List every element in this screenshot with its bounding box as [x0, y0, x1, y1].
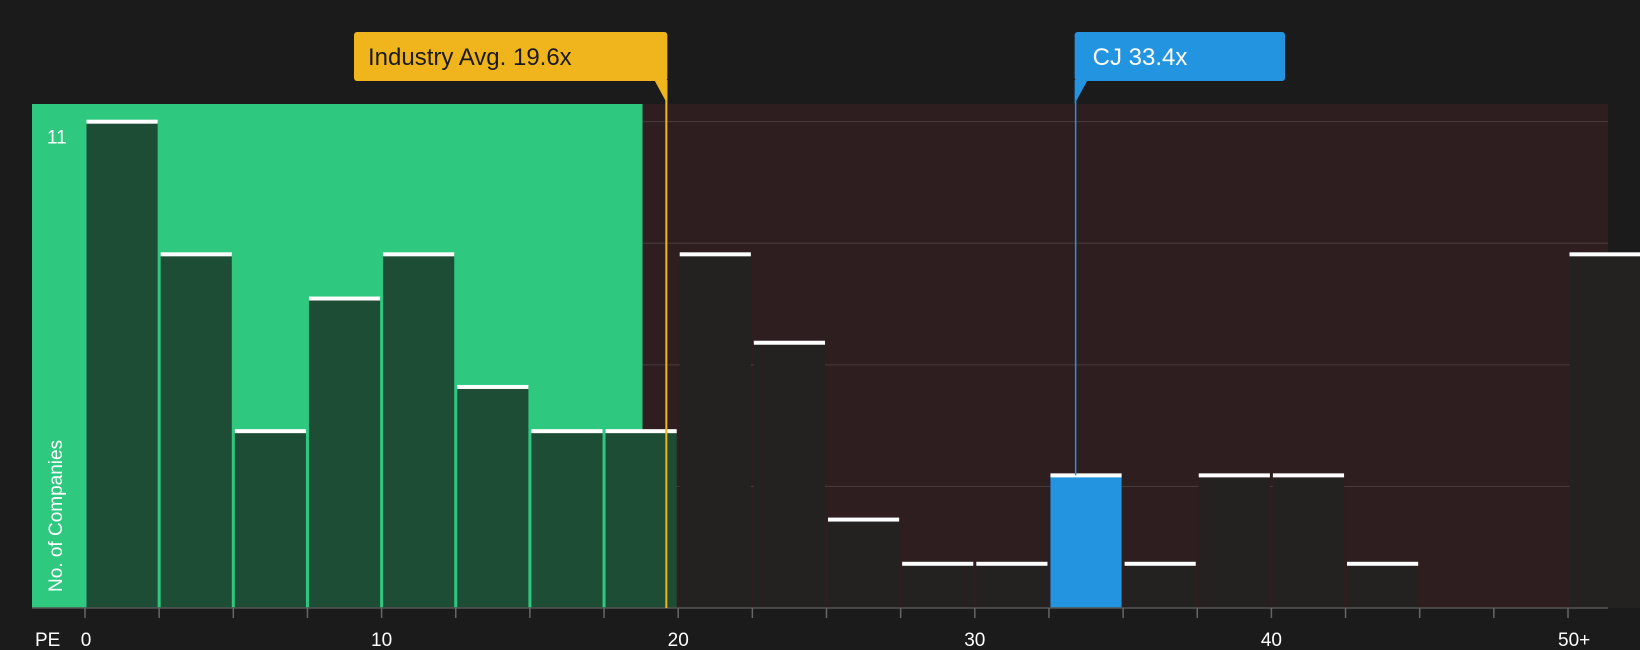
- bar: [383, 254, 455, 608]
- y-tick-label: 11: [47, 128, 67, 149]
- bar-cap: [1124, 561, 1196, 566]
- bar-cap: [1272, 473, 1345, 478]
- bar-cap: [1347, 561, 1419, 566]
- pe-distribution-chart: 11 0 10 20 30 40 50+ PE Industry Avg. 19.6x CJ …: [0, 0, 1640, 650]
- bar: [976, 563, 1048, 608]
- bar: [86, 121, 158, 609]
- x-tick-label: 50+: [1558, 630, 1590, 650]
- bar-cap: [531, 429, 603, 434]
- x-tick-label: 40: [1261, 630, 1282, 650]
- bar-cap: [679, 252, 751, 257]
- bar: [308, 298, 381, 608]
- x-axis-label: PE: [35, 630, 60, 650]
- bar-cap: [976, 561, 1048, 566]
- bar-cap: [828, 517, 900, 522]
- bar: [160, 254, 232, 608]
- x-tick-label: 20: [668, 630, 689, 650]
- bar: [679, 254, 751, 608]
- bar: [234, 431, 306, 608]
- y-axis-label: No. of Companies: [46, 440, 67, 592]
- bar-cap: [753, 340, 825, 345]
- bar: [1272, 475, 1345, 608]
- bar-cap: [1569, 252, 1640, 257]
- x-tick-label: 30: [964, 630, 985, 650]
- bar: [531, 431, 603, 608]
- bar-cap: [86, 119, 158, 124]
- bar-cap: [160, 252, 232, 257]
- bar-cap: [1198, 473, 1270, 478]
- bar: [902, 563, 974, 608]
- bar: [1569, 254, 1640, 608]
- bar-cap: [308, 296, 381, 301]
- bar: [1347, 563, 1419, 608]
- industry-avg-label: Industry Avg. 19.6x: [368, 44, 572, 71]
- x-tick-label: 0: [81, 630, 92, 650]
- company-label: CJ 33.4x: [1093, 44, 1188, 71]
- bar: [1198, 475, 1270, 608]
- bar-cap: [457, 384, 529, 389]
- bar-cap: [1050, 473, 1122, 478]
- bar: [457, 386, 529, 608]
- bar-cap: [383, 252, 455, 257]
- bar: [828, 519, 900, 608]
- bar-highlight: [1050, 475, 1122, 608]
- x-tick-label: 10: [371, 630, 392, 650]
- bar-cap: [234, 429, 306, 434]
- bar-cap: [902, 561, 974, 566]
- bar: [753, 342, 825, 608]
- bar: [1124, 563, 1196, 608]
